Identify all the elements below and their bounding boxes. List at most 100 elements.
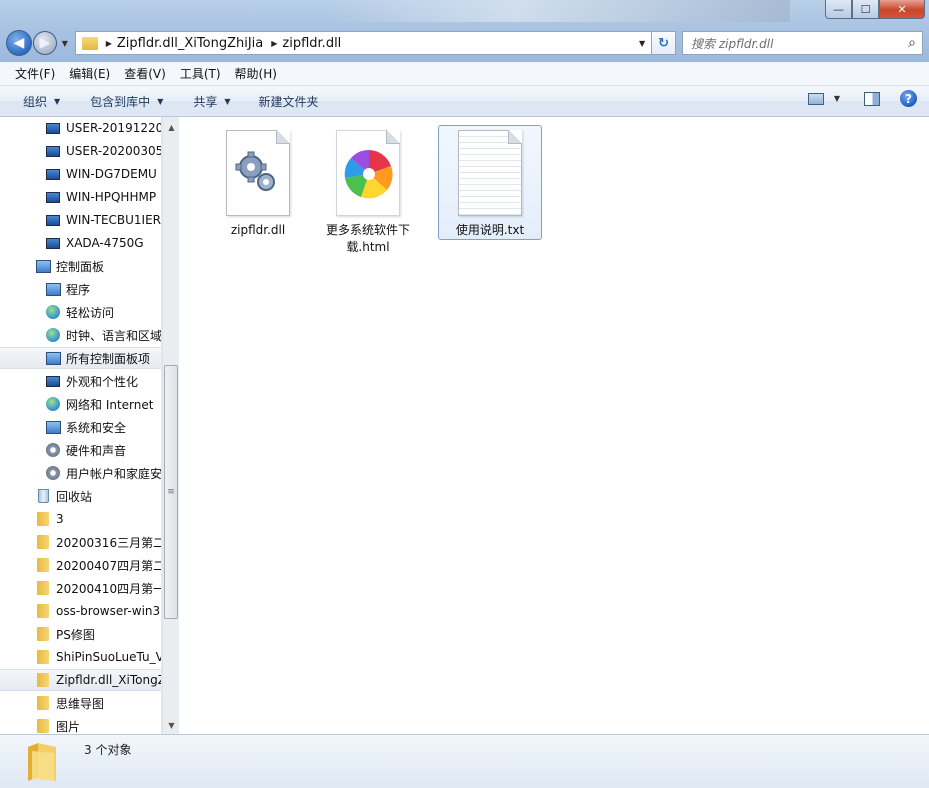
nav-tree-item[interactable]: 思维导图 (0, 692, 161, 714)
nav-tree-item[interactable]: 3 (0, 508, 161, 530)
icon-shape (45, 420, 61, 434)
gears-icon (235, 151, 275, 191)
nav-tree-item[interactable]: WIN-HPQHHMP (0, 186, 161, 208)
pinwheel-logo-icon (344, 149, 393, 199)
document-sheet (336, 130, 400, 216)
close-button[interactable]: ✕ (879, 0, 925, 19)
menu-file[interactable]: 文件(F) (8, 65, 62, 82)
refresh-icon: ↻ (658, 35, 670, 51)
details-pane: 3 个对象 (0, 734, 929, 788)
nav-tree-item[interactable]: XADA-4750G (0, 232, 161, 254)
icon-shape (37, 650, 49, 664)
chevron-right-icon[interactable]: ▶ (106, 39, 112, 48)
minimize-button[interactable]: — (825, 0, 852, 19)
scrollbar-thumb[interactable]: ≡ (164, 365, 178, 619)
nav-tree-item[interactable]: 时钟、语言和区域 (0, 324, 161, 346)
back-button[interactable]: ◀ (6, 30, 32, 56)
menu-edit[interactable]: 编辑(E) (62, 65, 117, 82)
recycle-bin-icon (35, 489, 51, 504)
file-item-zipfldr-dll[interactable]: zipfldr.dll (206, 125, 310, 240)
nav-tree-item[interactable]: 程序 (0, 278, 161, 300)
scroll-up-arrow[interactable]: ▲ (163, 119, 180, 136)
address-bar[interactable]: ▶ Zipfldr.dll_XiTongZhiJia ▶ zipfldr.dll… (74, 31, 653, 55)
navigation-pane[interactable]: USER-20191220I USER-20200305I WIN-DG7DEMU W… (0, 117, 162, 734)
nav-tree-label: 回收站 (56, 489, 93, 504)
icon-shape (46, 168, 60, 180)
file-item-txt[interactable]: 使用说明.txt (438, 125, 542, 240)
icon-shape (46, 443, 60, 457)
folder-icon (28, 743, 56, 781)
file-list[interactable]: zipfldr.dll 更多系统软件下载.html 使用说明.txt (180, 117, 929, 734)
dll-file-icon (223, 130, 293, 216)
nav-tree-item[interactable]: PS修图 (0, 623, 161, 645)
icon-shape (37, 627, 49, 641)
organize-button[interactable]: 组织 ▼ (14, 89, 69, 113)
nav-tree-item[interactable]: 回收站 (0, 485, 161, 507)
file-item-inner[interactable]: zipfldr.dll (206, 125, 310, 240)
nav-tree-item[interactable]: 图片 (0, 715, 161, 734)
nav-tree-item[interactable]: 所有控制面板项 (0, 347, 161, 369)
navigation-pane-scrollbar[interactable]: ▲ ≡ ▼ (162, 117, 179, 734)
icon-shape (46, 214, 60, 226)
search-input[interactable]: 搜索 zipfldr.dll ⌕ (682, 31, 924, 55)
view-options-icon[interactable] (807, 92, 824, 105)
nav-tree-item[interactable]: 系统和安全 (0, 416, 161, 438)
nav-tree-item[interactable]: USER-20191220I (0, 117, 161, 139)
folder-icon (35, 719, 51, 734)
search-icon[interactable]: ⌕ (908, 35, 916, 51)
nav-tree-item[interactable]: WIN-TECBU1IER (0, 209, 161, 231)
folder-icon (35, 696, 51, 711)
nav-tree-item[interactable]: WIN-DG7DEMU (0, 163, 161, 185)
icon-shape (46, 397, 60, 411)
nav-tree-item[interactable]: USER-20200305I (0, 140, 161, 162)
breadcrumb-item[interactable]: zipfldr.dll (282, 36, 341, 51)
organize-label: 组织 (23, 94, 48, 109)
document-sheet (226, 130, 290, 216)
address-dropdown[interactable]: ▼ (639, 39, 645, 48)
forward-button[interactable]: ▶ (32, 31, 57, 55)
nav-tree-label: 所有控制面板项 (66, 351, 151, 366)
chevron-right-icon[interactable]: ▶ (271, 39, 277, 48)
preview-pane-icon[interactable] (864, 91, 880, 106)
page-corner (386, 130, 400, 144)
nav-tree-item[interactable]: 20200316三月第二 (0, 531, 161, 553)
user-accounts-icon (45, 466, 61, 481)
folder-icon (35, 673, 51, 688)
recent-pages-dropdown[interactable]: ▼ (59, 39, 71, 48)
new-folder-button[interactable]: 新建文件夹 (250, 89, 328, 113)
share-button[interactable]: 共享 ▼ (184, 89, 239, 113)
chevron-down-icon: ▼ (54, 96, 61, 106)
include-in-library-button[interactable]: 包含到库中 ▼ (81, 89, 172, 113)
file-item-inner[interactable]: 使用说明.txt (438, 125, 542, 240)
nav-tree-item[interactable]: 外观和个性化 (0, 370, 161, 392)
scroll-down-arrow[interactable]: ▼ (163, 717, 180, 734)
menu-view[interactable]: 查看(V) (117, 65, 173, 82)
icon-shape (45, 351, 61, 365)
maximize-button[interactable]: ☐ (852, 0, 879, 19)
new-folder-label: 新建文件夹 (258, 94, 319, 109)
nav-tree-label: ShiPinSuoLueTu_V (56, 650, 162, 664)
browser-file-icon (333, 130, 403, 216)
nav-tree-item[interactable]: 用户帐户和家庭安 (0, 462, 161, 484)
menu-tools[interactable]: 工具(T) (173, 65, 228, 82)
file-name: 更多系统软件下载.html (325, 223, 410, 254)
nav-tree-item[interactable]: ShiPinSuoLueTu_V (0, 646, 162, 668)
page-corner (276, 130, 290, 144)
nav-tree-item[interactable]: 20200410四月第一 (0, 577, 161, 599)
clock-language-icon (45, 328, 61, 343)
nav-tree-item[interactable]: 轻松访问 (0, 301, 161, 323)
breadcrumb-item[interactable]: Zipfldr.dll_XiTongZhiJia (117, 36, 263, 51)
nav-tree-item[interactable]: 硬件和声音 (0, 439, 161, 461)
nav-tree-label: WIN-DG7DEMU (66, 167, 157, 181)
nav-tree-item[interactable]: oss-browser-win3 (0, 600, 161, 622)
nav-tree-item[interactable]: 20200407四月第二 (0, 554, 161, 576)
menu-help[interactable]: 帮助(H) (228, 65, 284, 82)
nav-tree-item[interactable]: 控制面板 (0, 255, 161, 277)
nav-tree-item[interactable]: 网络和 Internet (0, 393, 161, 415)
file-item-inner[interactable]: 更多系统软件下载.html (316, 125, 420, 257)
nav-tree-item[interactable]: Zipfldr.dll_XiTongZ (0, 669, 161, 691)
chevron-down-icon[interactable]: ▼ (834, 94, 840, 103)
help-icon[interactable]: ? (900, 90, 917, 107)
refresh-button[interactable]: ↻ (652, 31, 677, 55)
file-item-html[interactable]: 更多系统软件下载.html (316, 125, 420, 257)
